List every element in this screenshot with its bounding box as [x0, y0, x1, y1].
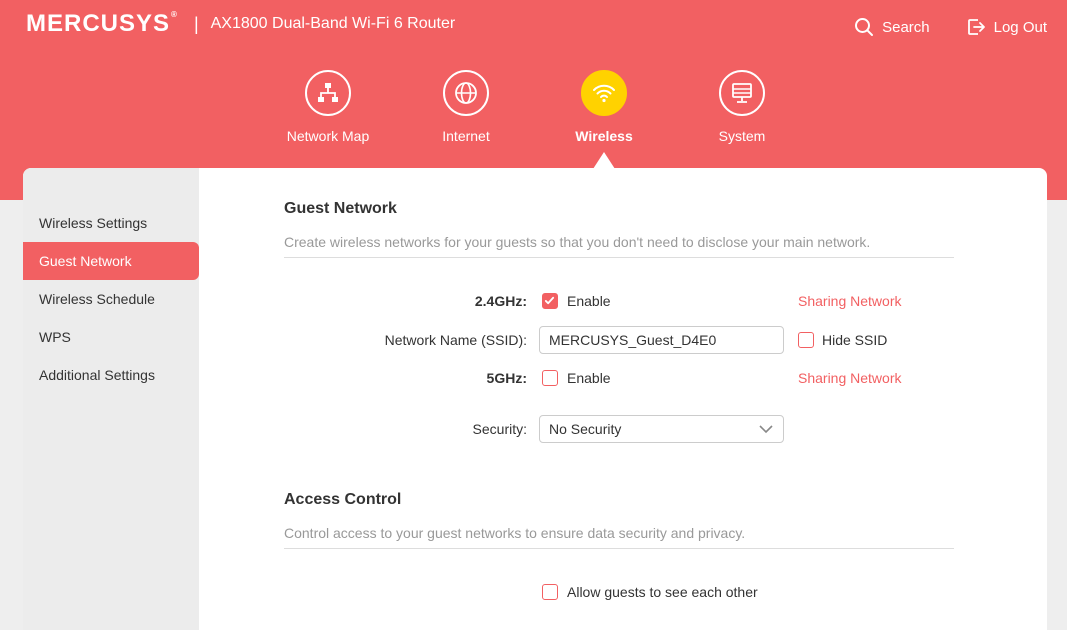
logout-icon [967, 19, 985, 35]
system-icon [732, 83, 752, 103]
sidebar-item-wps[interactable]: WPS [23, 318, 199, 356]
band5-sharing-network-link[interactable]: Sharing Network [798, 370, 902, 386]
active-nav-pointer [593, 152, 615, 169]
search-button[interactable]: Search [854, 17, 930, 37]
nav-internet[interactable]: Internet [401, 70, 531, 144]
allow-guests-label: Allow guests to see each other [567, 584, 758, 600]
logout-button[interactable]: Log Out [966, 17, 1047, 37]
wifi-icon [593, 84, 615, 103]
band24-sharing-network-link[interactable]: Sharing Network [798, 293, 902, 309]
ssid-input[interactable] [539, 326, 784, 354]
chevron-down-icon [759, 425, 773, 434]
access-control-title: Access Control [284, 491, 402, 508]
security-label: Security: [472, 421, 527, 437]
band5-label: 5GHz: [486, 370, 527, 386]
brand-bar: MERCUSYS® | AX1800 Dual-Band Wi-Fi 6 Rou… [26, 10, 455, 38]
ssid-label: Network Name (SSID): [384, 332, 527, 348]
sidebar-item-additional-settings[interactable]: Additional Settings [23, 356, 199, 394]
band5-enable-label: Enable [567, 370, 611, 386]
main-nav: Network Map Internet Wireless System [0, 70, 1067, 170]
guest-network-description: Create wireless networks for your guests… [284, 234, 871, 250]
sidebar: Wireless Settings Guest Network Wireless… [23, 168, 199, 630]
sidebar-item-guest-network[interactable]: Guest Network [23, 242, 199, 280]
router-model: AX1800 Dual-Band Wi-Fi 6 Router [210, 15, 456, 32]
nav-network-map[interactable]: Network Map [263, 70, 393, 144]
allow-guests-checkbox[interactable] [542, 584, 558, 600]
hide-ssid-checkbox[interactable] [798, 332, 814, 348]
band24-enable-label: Enable [567, 293, 611, 309]
brand-logo: MERCUSYS® [26, 10, 178, 37]
access-divider [284, 548, 954, 549]
guest-network-title: Guest Network [284, 200, 397, 217]
guest-divider [284, 257, 954, 258]
globe-icon [455, 82, 477, 104]
band24-label: 2.4GHz: [474, 293, 527, 309]
nav-system[interactable]: System [677, 70, 807, 144]
search-icon [855, 18, 874, 36]
top-actions: Search Log Out [854, 17, 1047, 37]
hide-ssid-label: Hide SSID [822, 332, 888, 348]
network-map-icon [318, 83, 338, 102]
sidebar-item-wireless-settings[interactable]: Wireless Settings [23, 204, 199, 242]
brand-separator: | [193, 13, 199, 34]
check-icon [544, 296, 555, 305]
sidebar-item-wireless-schedule[interactable]: Wireless Schedule [23, 280, 199, 318]
nav-wireless[interactable]: Wireless [539, 70, 669, 144]
access-control-description: Control access to your guest networks to… [284, 525, 746, 541]
band24-enable-checkbox[interactable] [542, 293, 558, 309]
security-select[interactable]: No Security [539, 415, 784, 443]
main-card: Wireless Settings Guest Network Wireless… [23, 168, 1047, 630]
band5-enable-checkbox[interactable] [542, 370, 558, 386]
